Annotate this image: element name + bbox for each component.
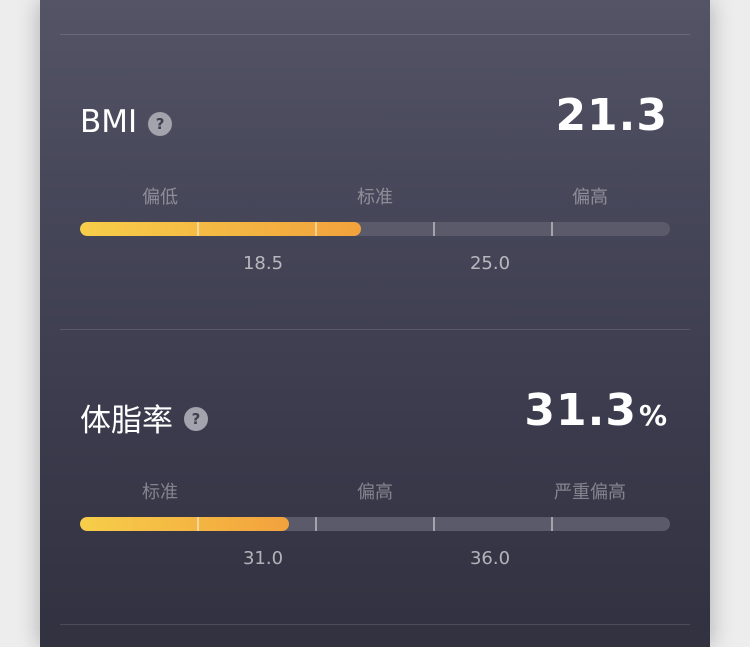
body-fat-category-high: 偏高 (357, 482, 393, 503)
bmi-tick (315, 222, 317, 236)
body-fat-value: 31.3% (524, 385, 668, 438)
body-fat-category-very-high: 严重偏高 (554, 482, 626, 503)
body-fat-progress-fill (80, 517, 290, 531)
bmi-label: BMI (80, 104, 138, 140)
bmi-category-low: 偏低 (142, 187, 178, 208)
body-fat-threshold-low: 31.0 (242, 548, 284, 569)
percent-unit: % (638, 399, 668, 432)
body-fat-tick (315, 517, 317, 531)
body-fat-number: 31.3 (524, 385, 637, 436)
help-icon[interactable]: ? (148, 112, 173, 136)
body-fat-title: 体脂率 ? (80, 397, 208, 439)
divider (60, 624, 690, 625)
help-icon[interactable]: ? (184, 407, 208, 431)
bmi-progress-fill (80, 222, 362, 236)
bmi-threshold-low: 18.5 (242, 253, 284, 274)
bmi-value: 21.3 (555, 90, 668, 141)
body-fat-section: 体脂率 ? 31.3% 标准 偏高 严重偏高 31.0 36.0 (40, 329, 710, 625)
bmi-tick (433, 222, 435, 236)
body-fat-tick (197, 517, 199, 531)
bmi-title: BMI ? (80, 102, 173, 142)
body-fat-tick (551, 517, 553, 531)
bmi-threshold-high: 25.0 (469, 253, 511, 274)
bmi-section: BMI ? 21.3 偏低 标准 偏高 18.5 25.0 (40, 34, 710, 330)
bmi-tick (551, 222, 553, 236)
body-fat-progress-track (80, 517, 670, 531)
bmi-progress-track (80, 222, 670, 236)
body-fat-label: 体脂率 (80, 402, 173, 439)
body-fat-tick (433, 517, 435, 531)
body-fat-category-normal: 标准 (142, 482, 178, 503)
bmi-tick (197, 222, 199, 236)
body-fat-threshold-high: 36.0 (469, 548, 511, 569)
bmi-category-normal: 标准 (357, 187, 393, 208)
metrics-card: BMI ? 21.3 偏低 标准 偏高 18.5 25.0 体脂率 ? 31.3… (40, 0, 710, 647)
bmi-category-high: 偏高 (572, 187, 608, 208)
